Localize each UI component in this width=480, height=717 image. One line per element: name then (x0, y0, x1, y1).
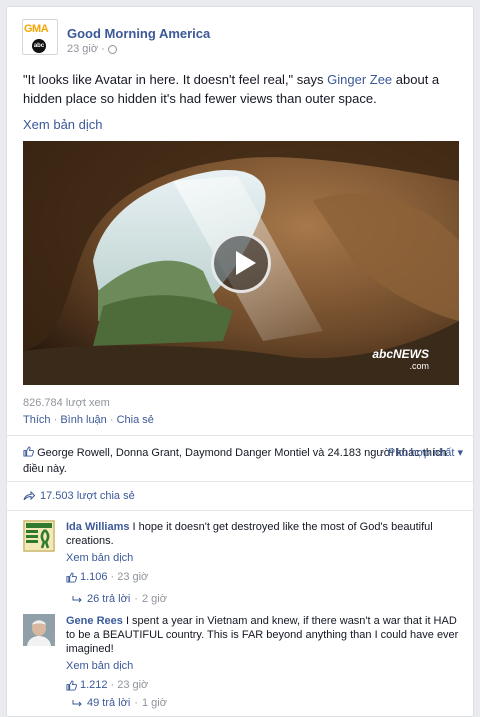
gma-logo-text: GMA (24, 23, 49, 35)
comment-action[interactable]: Bình luận (60, 414, 106, 426)
like-action[interactable]: Thích (23, 414, 51, 426)
comment-body: Ida Williams I hope it doesn't get destr… (66, 520, 461, 584)
post-text-before: "It looks like Avatar in here. It doesn'… (23, 72, 328, 87)
post-text: "It looks like Avatar in here. It doesn'… (23, 70, 463, 108)
see-translation-link[interactable]: Xem bản dịch (23, 117, 103, 132)
commenter-avatar[interactable] (23, 614, 55, 646)
divider (7, 510, 473, 511)
page-avatar[interactable]: GMA abc (22, 19, 58, 55)
comment-meta: 1.212 · 23 giờ (66, 678, 461, 692)
meta-separator: · (134, 593, 138, 605)
reply-arrow-icon (72, 595, 82, 602)
comment-timestamp[interactable]: 23 giờ (117, 678, 148, 692)
share-action[interactable]: Chia sẻ (117, 414, 154, 426)
reply-count: 49 trả lời (87, 697, 131, 709)
thumbs-up-icon (23, 446, 34, 457)
shares-link[interactable]: 17.503 lượt chia sẻ (23, 490, 135, 502)
post-actions: Thích · Bình luận · Chia sẻ (23, 414, 154, 426)
comment-meta: 1.106 · 23 giờ (66, 570, 461, 584)
comment-author[interactable]: Gene Rees (66, 615, 123, 627)
divider (7, 435, 473, 436)
abc-news-brand: abcNEWS (372, 347, 429, 361)
view-count: 826.784 lượt xem (23, 397, 110, 409)
comment-like-count[interactable]: 1.106 (80, 570, 108, 584)
page-name-link[interactable]: Good Morning America (67, 26, 210, 41)
view-replies-link[interactable]: 49 trả lời · 1 giờ (72, 697, 167, 709)
post-card: GMA abc Good Morning America 23 giờ · "I… (6, 6, 474, 717)
abc-logo-icon: abc (32, 39, 46, 53)
comment-body: Gene Rees I spent a year in Vietnam and … (66, 614, 461, 692)
caret-down-icon: ▾ (457, 447, 463, 459)
reply-count: 26 trả lời (87, 593, 131, 605)
see-translation-link[interactable]: Xem bản dịch (66, 659, 461, 673)
reply-time: 1 giờ (141, 697, 167, 709)
comment-text: I spent a year in Vietnam and knew, if t… (66, 615, 459, 655)
comment-timestamp[interactable]: 23 giờ (117, 570, 148, 584)
view-replies-link[interactable]: 26 trả lời · 2 giờ (72, 593, 167, 605)
meta-separator: · (101, 43, 105, 55)
play-button[interactable] (211, 233, 271, 293)
meta-separator: · (134, 697, 138, 709)
thumbs-up-icon (66, 679, 77, 691)
meta-separator: · (110, 679, 115, 691)
divider (7, 481, 473, 482)
share-arrow-icon (23, 491, 35, 501)
comment-author[interactable]: Ida Williams (66, 521, 129, 533)
see-translation-link[interactable]: Xem bản dịch (66, 551, 461, 565)
comment-item: Gene Rees I spent a year in Vietnam and … (23, 614, 463, 704)
sort-dropdown[interactable]: Phù hợp nhất ▾ (388, 445, 463, 461)
commenter-avatar[interactable] (23, 520, 55, 552)
thumbs-up-icon (66, 571, 77, 583)
post-timestamp[interactable]: 23 giờ (67, 43, 98, 55)
post-meta: 23 giờ · (67, 43, 117, 55)
likes-summary: George Rowell, Donna Grant, Daymond Dang… (23, 445, 463, 477)
comment-like-count[interactable]: 1.212 (80, 678, 108, 692)
reply-arrow-icon (72, 699, 82, 706)
abc-news-domain: .com (409, 361, 429, 371)
globe-icon (107, 44, 117, 54)
sort-label: Phù hợp nhất (387, 447, 455, 459)
meta-separator: · (110, 571, 115, 583)
likers-list[interactable]: George Rowell, Donna Grant, Daymond Dang… (23, 447, 447, 475)
reply-time: 2 giờ (141, 593, 167, 605)
mention-link[interactable]: Ginger Zee (327, 72, 392, 87)
shares-count: 17.503 lượt chia sẻ (40, 490, 135, 502)
post-header: GMA abc (22, 19, 58, 55)
abc-news-watermark: abcNEWS .com (372, 347, 429, 371)
video-player[interactable]: abcNEWS .com (23, 141, 459, 385)
